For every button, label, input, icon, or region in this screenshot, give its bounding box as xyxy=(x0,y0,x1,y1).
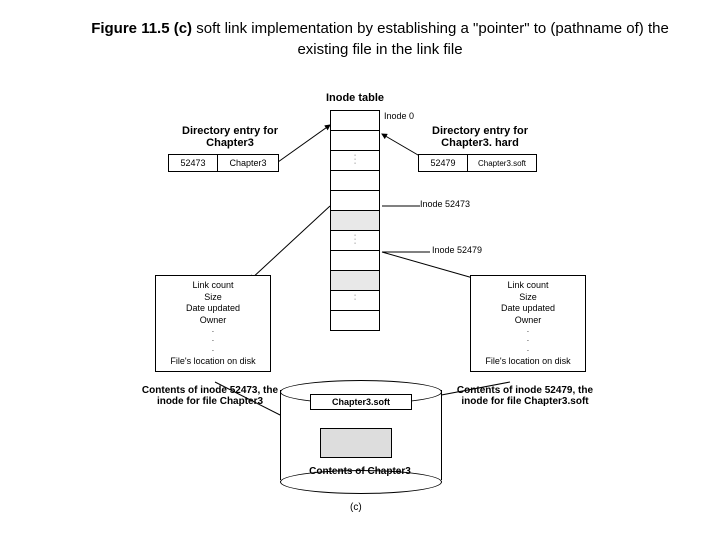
inode-52479-cell xyxy=(330,271,380,291)
figure-caption: Figure 11.5 (c) soft link implementation… xyxy=(80,18,680,60)
attr-loc: File's location on disk xyxy=(158,356,268,368)
inode-52479-label: Inode 52479 xyxy=(432,246,512,256)
attr-size-r: Size xyxy=(473,292,583,304)
attr-size: Size xyxy=(158,292,268,304)
contents-right-label: Contents of inode 52479, the inode for f… xyxy=(445,385,605,407)
attr-date: Date updated xyxy=(158,303,268,315)
file-block xyxy=(320,428,392,458)
inode-attrs-right: Link count Size Date updated Owner ··· F… xyxy=(470,275,586,372)
inode-table: ··· ··· ·· xyxy=(330,110,380,331)
figure-number: Figure 11.5 (c) xyxy=(91,20,192,37)
dir-entry-right: 52479 Chapter3.soft xyxy=(418,154,537,172)
attr-owner-r: Owner xyxy=(473,315,583,327)
dir-entry-right-name: Chapter3.soft xyxy=(468,154,537,172)
dir-entry-left-inode: 52473 xyxy=(168,154,218,172)
dir-entry-right-inode: 52479 xyxy=(418,154,468,172)
diagram: Inode table Inode 0 ··· ··· ·· Directory… xyxy=(0,70,720,530)
disk-cylinder: Chapter3.soft Contents of Chapter3 xyxy=(280,380,440,490)
subfigure-label: (c) xyxy=(350,502,362,513)
attr-date-r: Date updated xyxy=(473,303,583,315)
inode-attrs-left: Link count Size Date updated Owner ··· F… xyxy=(155,275,271,372)
figure-caption-text: soft link implementation by establishing… xyxy=(192,20,669,58)
softlink-file-label: Chapter3.soft xyxy=(310,394,412,410)
disk-caption: Contents of Chapter3 xyxy=(280,466,440,477)
inode-52473-label: Inode 52473 xyxy=(420,200,500,210)
attr-loc-r: File's location on disk xyxy=(473,356,583,368)
dir-entry-left-title: Directory entry for Chapter3 xyxy=(165,125,295,149)
attr-linkcount-r: Link count xyxy=(473,280,583,292)
inode-52473-cell xyxy=(330,211,380,231)
dir-entry-left-name: Chapter3 xyxy=(218,154,279,172)
attr-linkcount: Link count xyxy=(158,280,268,292)
inode-0-label: Inode 0 xyxy=(384,112,434,122)
inode-table-title: Inode table xyxy=(320,92,390,104)
dir-entry-left: 52473 Chapter3 xyxy=(168,154,279,172)
dir-entry-right-title: Directory entry for Chapter3. hard xyxy=(410,125,550,149)
contents-left-label: Contents of inode 52473, the inode for f… xyxy=(130,385,290,407)
attr-owner: Owner xyxy=(158,315,268,327)
